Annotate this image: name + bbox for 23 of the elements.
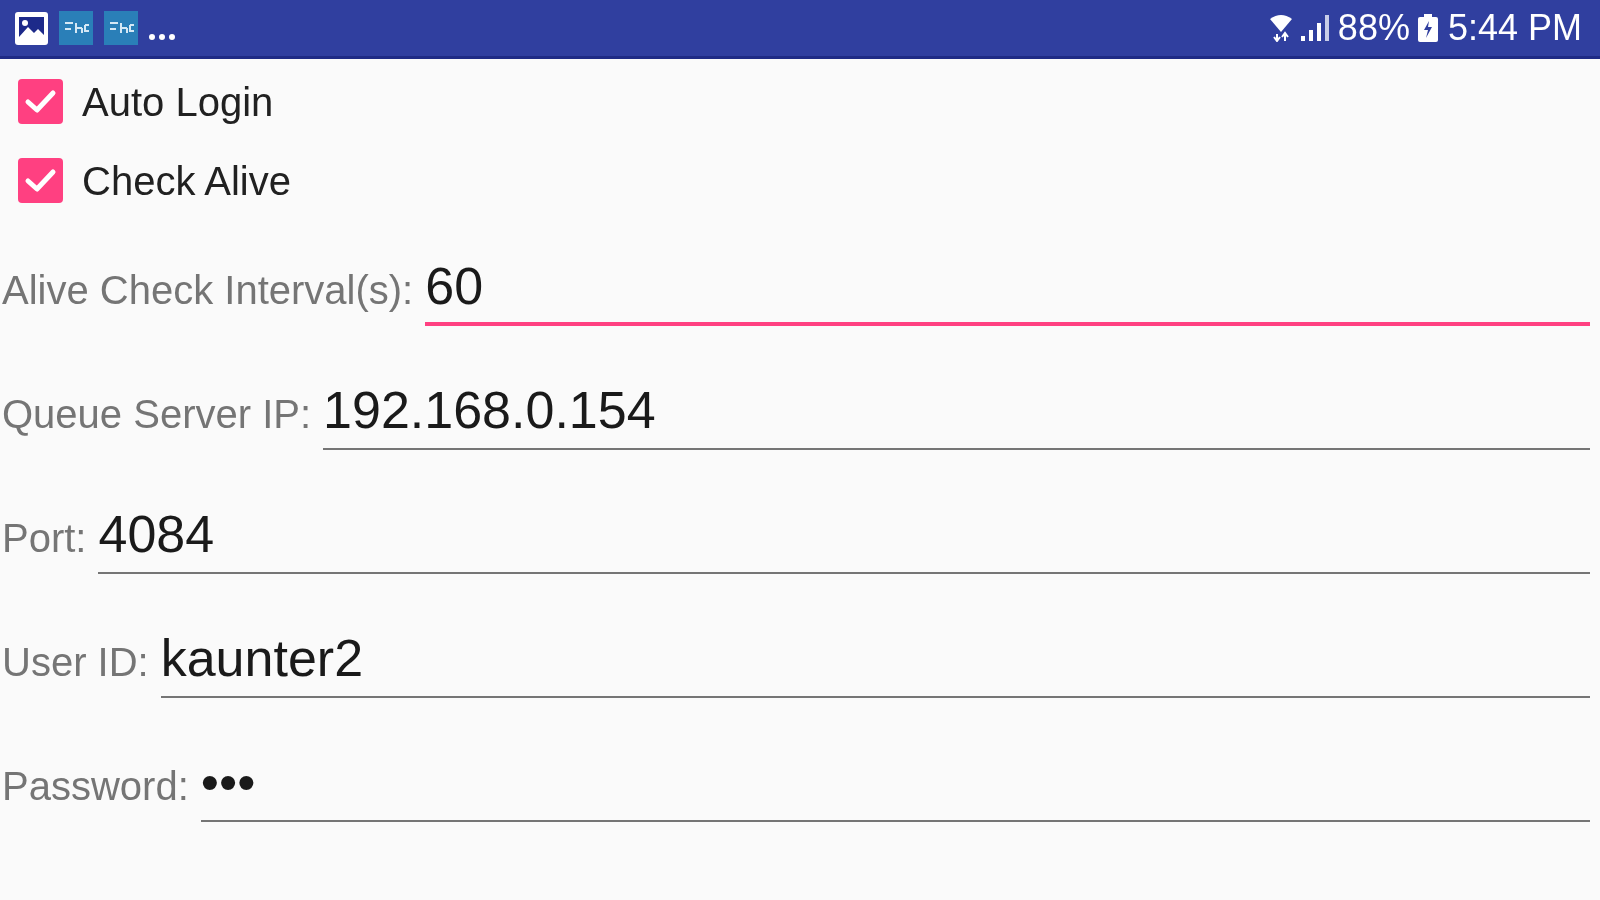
checkbox[interactable] bbox=[18, 158, 63, 203]
input-field[interactable]: ••• bbox=[200, 751, 1590, 822]
wifi-icon bbox=[1268, 14, 1293, 42]
signal-icon bbox=[1300, 15, 1330, 41]
checkbox[interactable] bbox=[18, 79, 63, 124]
battery-percent: 88% bbox=[1337, 10, 1410, 46]
app-icon[interactable] bbox=[59, 11, 93, 45]
app-icon[interactable] bbox=[104, 11, 138, 45]
checkbox-label[interactable]: Auto Login bbox=[82, 79, 274, 124]
battery-charging-icon bbox=[1417, 14, 1438, 42]
input-field[interactable]: kaunter2 bbox=[160, 627, 1590, 698]
checkbox-label[interactable]: Check Alive bbox=[82, 158, 291, 203]
more-dots-icon bbox=[149, 34, 175, 40]
field-label: Alive Check Interval(s): bbox=[2, 267, 414, 314]
input-field[interactable]: 192.168.0.154 bbox=[323, 379, 1590, 450]
gallery-icon[interactable] bbox=[15, 11, 48, 45]
field-label: Queue Server IP: bbox=[2, 391, 312, 438]
input-field[interactable]: 60 bbox=[425, 255, 1590, 326]
input-field[interactable]: 4084 bbox=[98, 503, 1590, 574]
clock-time: 5:44 PM bbox=[1447, 10, 1582, 46]
field-label: Password: bbox=[2, 763, 189, 810]
field-label: User ID: bbox=[2, 639, 149, 686]
field-label: Port: bbox=[2, 515, 87, 562]
